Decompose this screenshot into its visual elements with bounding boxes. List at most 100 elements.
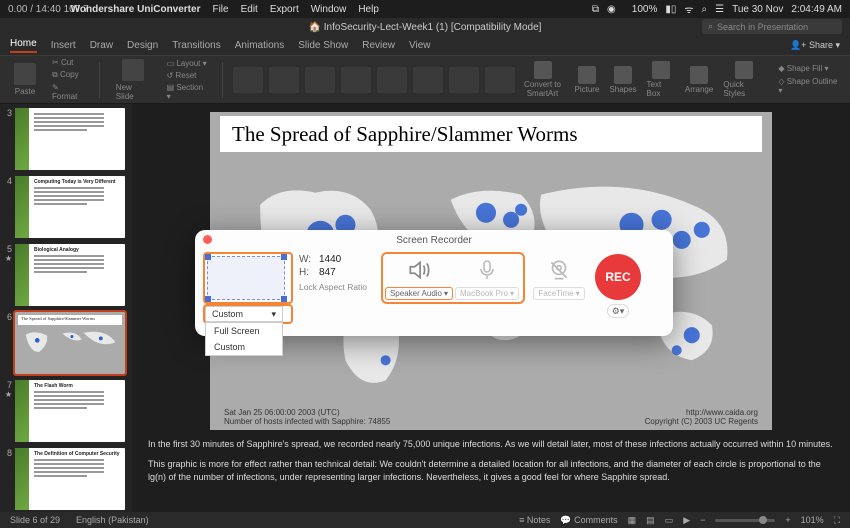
slide-thumbnail[interactable] — [15, 108, 125, 170]
time-label[interactable]: 2:04:49 AM — [791, 4, 842, 15]
battery-label: 100% — [632, 4, 658, 15]
speaker-icon[interactable] — [405, 256, 433, 284]
battery-icon[interactable]: ▮▯ — [665, 4, 676, 15]
zoom-out-button[interactable]: − — [700, 515, 705, 525]
width-value[interactable]: 1440 — [319, 254, 341, 265]
control-center-icon[interactable]: ☰ — [715, 4, 724, 15]
presentation-search-input[interactable]: ⌕ Search in Presentation — [702, 19, 842, 34]
capture-mode-fullscreen[interactable]: Full Screen — [206, 323, 282, 339]
lock-aspect-toggle[interactable]: Lock Aspect Ratio — [299, 283, 375, 292]
capture-area-preview[interactable] — [207, 256, 285, 300]
slide-number: 8 — [2, 448, 12, 510]
picture-icon — [578, 66, 596, 84]
webcam-icon[interactable] — [545, 256, 573, 284]
record-dot-icon[interactable]: ◉ — [607, 4, 616, 15]
microphone-icon[interactable] — [473, 256, 501, 284]
search-icon: ⌕ — [708, 21, 713, 32]
slide-thumbnail[interactable]: The Definition of Computer Security — [15, 448, 125, 510]
menu-help[interactable]: Help — [358, 4, 379, 15]
share-button[interactable]: 👤+ Share ▾ — [790, 40, 840, 51]
window-titlebar: 🏠 InfoSecurity-Lect-Week1 (1) [Compatibi… — [0, 18, 850, 36]
tab-slideshow[interactable]: Slide Show — [298, 40, 348, 51]
view-slideshow-icon[interactable]: ▶ — [683, 515, 690, 526]
gear-icon: ⚙ — [612, 306, 620, 317]
view-normal-icon[interactable]: ▦ — [628, 515, 637, 526]
language-indicator[interactable]: English (Pakistan) — [76, 515, 149, 525]
capture-mode-dropdown[interactable]: Custom▾ — [205, 306, 283, 322]
menu-export[interactable]: Export — [270, 4, 299, 15]
screen-recorder-dialog: Screen Recorder Custom▾ Full Screen Cust… — [195, 230, 673, 336]
width-label: W: — [299, 254, 313, 265]
slide-number: 7★ — [2, 380, 12, 442]
textbox-button[interactable]: Text Box — [647, 61, 675, 98]
zoom-in-button[interactable]: + — [785, 515, 790, 525]
record-button[interactable]: REC — [595, 254, 641, 300]
speaker-audio-dropdown[interactable]: Speaker Audio ▾ — [385, 287, 453, 300]
slide-number: 4 — [2, 176, 12, 238]
arrange-button[interactable]: Arrange — [685, 66, 713, 94]
tab-review[interactable]: Review — [362, 40, 395, 51]
view-sorter-icon[interactable]: ▤ — [646, 515, 655, 526]
textbox-icon — [652, 61, 670, 79]
recorder-close-button[interactable] — [203, 235, 212, 244]
webcam-dropdown[interactable]: FaceTime ▾ — [533, 287, 584, 300]
shape-fill-button[interactable]: ◆ Shape Fill ▾ — [774, 63, 842, 74]
screenshot-icon[interactable]: ⧉ — [592, 4, 599, 15]
menu-edit[interactable]: Edit — [241, 4, 258, 15]
notes-paragraph: This graphic is more for effect rather t… — [148, 458, 834, 485]
height-label: H: — [299, 267, 313, 278]
layout-button[interactable]: ▭ Layout ▾ — [163, 58, 212, 69]
app-name-menu[interactable]: Wondershare UniConverter — [71, 4, 201, 15]
convert-smartart-button[interactable]: Convert to SmartArt — [521, 61, 565, 98]
height-value[interactable]: 847 — [319, 267, 336, 278]
new-slide-icon — [122, 59, 144, 81]
slide-number: 6 — [2, 312, 12, 374]
chevron-down-icon: ▾ — [271, 309, 276, 320]
speaker-notes[interactable]: In the first 30 minutes of Sapphire's sp… — [132, 430, 850, 493]
shape-outline-button[interactable]: ◇ Shape Outline ▾ — [774, 76, 842, 96]
ribbon-home: Paste ✂ Cut ⧉ Copy ✎ Format New Slide ▭ … — [0, 56, 850, 104]
tab-transitions[interactable]: Transitions — [172, 40, 221, 51]
comments-toggle[interactable]: 💬 Comments — [560, 515, 617, 526]
shapes-button[interactable]: Shapes — [609, 66, 636, 94]
tab-view[interactable]: View — [409, 40, 431, 51]
search-icon[interactable]: ⌕ — [702, 4, 708, 15]
slide-thumbnail[interactable]: Computing Today is Very Different — [15, 176, 125, 238]
smartart-icon — [534, 61, 552, 79]
recorder-settings-button[interactable]: ⚙▾ — [607, 304, 629, 318]
quickstyles-button[interactable]: Quick Styles — [723, 61, 764, 98]
section-button[interactable]: ▤ Section ▾ — [163, 82, 212, 102]
tab-design[interactable]: Design — [127, 40, 158, 51]
menu-file[interactable]: File — [212, 4, 228, 15]
capture-mode-custom[interactable]: Custom — [206, 339, 282, 355]
reset-button[interactable]: ↺ Reset — [163, 70, 212, 81]
date-label[interactable]: Tue 30 Nov — [732, 4, 783, 15]
zoom-level[interactable]: 101% — [801, 515, 824, 525]
view-reading-icon[interactable]: ▭ — [665, 515, 674, 526]
slide-thumbnail[interactable]: Biological Analogy — [15, 244, 125, 306]
copy-button[interactable]: ⧉ Copy — [48, 69, 89, 81]
slide-thumbnail[interactable]: The Spread of Sapphire/Slammer Worms — [15, 312, 125, 374]
notes-toggle[interactable]: ≡ Notes — [519, 515, 550, 525]
tab-draw[interactable]: Draw — [90, 40, 113, 51]
cut-button[interactable]: ✂ Cut — [48, 57, 89, 68]
new-slide-button[interactable]: New Slide — [110, 59, 157, 101]
mic-dropdown[interactable]: MacBook Pro ▾ — [455, 287, 519, 300]
tab-animations[interactable]: Animations — [235, 40, 284, 51]
format-painter-button[interactable]: ✎ Format — [48, 82, 89, 102]
slide-timestamp: Sat Jan 25 06:00:00 2003 (UTC) — [224, 408, 390, 417]
tab-insert[interactable]: Insert — [51, 40, 76, 51]
menu-window[interactable]: Window — [311, 4, 347, 15]
shapes-icon — [614, 66, 632, 84]
wifi-icon[interactable]: ᯤ — [684, 2, 693, 16]
slide-thumbnail[interactable]: The Flash Worm — [15, 380, 125, 442]
slide-number: 5★ — [2, 244, 12, 306]
slide-counter: Slide 6 of 29 — [10, 515, 60, 525]
fit-to-window-icon[interactable]: ⛶ — [834, 515, 840, 526]
tab-home[interactable]: Home — [10, 38, 37, 53]
capture-mode-menu: Full Screen Custom — [205, 322, 283, 356]
zoom-slider[interactable] — [715, 519, 775, 522]
picture-button[interactable]: Picture — [575, 66, 600, 94]
slide-thumbnails-panel[interactable]: 34Computing Today is Very Different5★Bio… — [0, 104, 132, 512]
paste-button[interactable]: Paste — [8, 63, 42, 96]
